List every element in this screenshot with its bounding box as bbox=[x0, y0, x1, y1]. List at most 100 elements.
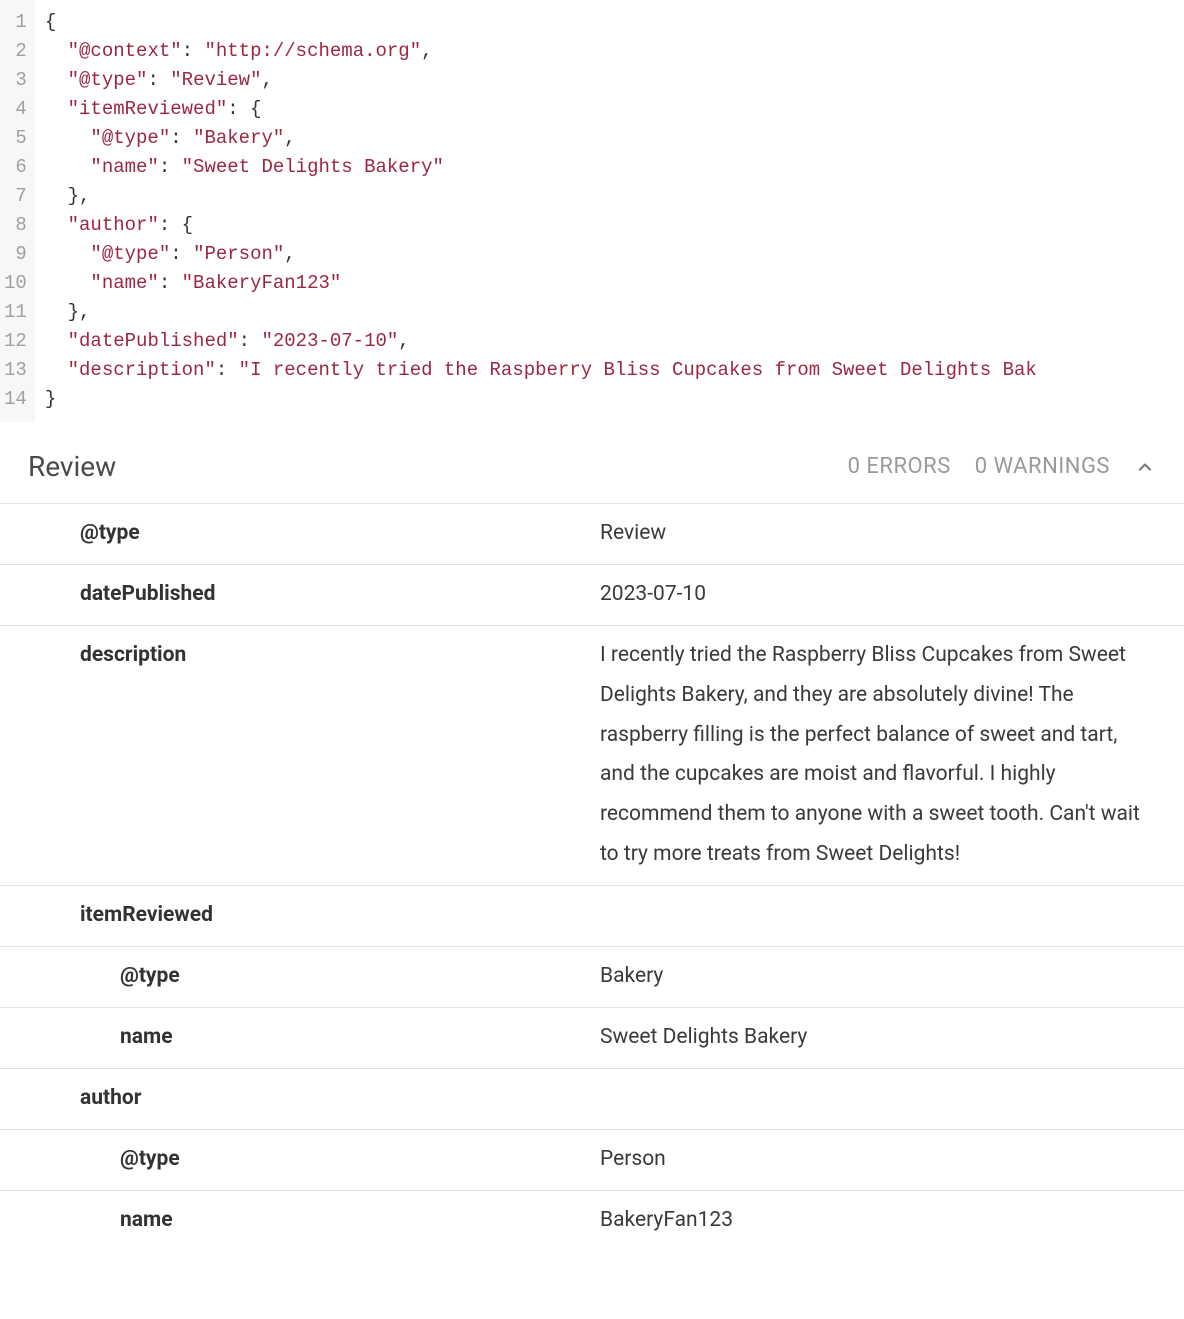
line-number: 14 bbox=[4, 385, 29, 414]
results-status: 0 ERRORS 0 WARNINGS bbox=[848, 454, 1156, 479]
line-number: 1 bbox=[4, 8, 29, 37]
token-str: "Sweet Delights Bakery" bbox=[182, 156, 444, 178]
property-key: @type bbox=[0, 1129, 592, 1190]
line-number: 3 bbox=[4, 66, 29, 95]
token-punct: : bbox=[159, 156, 182, 178]
code-line[interactable]: "name": "Sweet Delights Bakery" bbox=[45, 153, 1037, 182]
table-row: @typeReview bbox=[0, 504, 1184, 565]
code-line[interactable]: "description": "I recently tried the Ras… bbox=[45, 356, 1037, 385]
token-brace: } bbox=[45, 388, 56, 410]
token-str: "Review" bbox=[170, 69, 261, 91]
line-number: 2 bbox=[4, 37, 29, 66]
token-str: "BakeryFan123" bbox=[182, 272, 342, 294]
token-punct: , bbox=[284, 127, 295, 149]
token-key: "itemReviewed" bbox=[68, 98, 228, 120]
code-line[interactable]: "itemReviewed": { bbox=[45, 95, 1037, 124]
results-title: Review bbox=[28, 450, 116, 483]
code-line[interactable]: "@context": "http://schema.org", bbox=[45, 37, 1037, 66]
table-row: datePublished2023-07-10 bbox=[0, 564, 1184, 625]
token-key: "@type" bbox=[90, 127, 170, 149]
warnings-count: 0 WARNINGS bbox=[975, 454, 1110, 479]
properties-table: @typeReviewdatePublished2023-07-10descri… bbox=[0, 503, 1184, 1250]
results-header: Review 0 ERRORS 0 WARNINGS bbox=[0, 422, 1184, 503]
token-str: "Person" bbox=[193, 243, 284, 265]
property-key: name bbox=[0, 1190, 592, 1250]
code-line[interactable]: }, bbox=[45, 298, 1037, 327]
line-number: 5 bbox=[4, 124, 29, 153]
property-key: name bbox=[0, 1007, 592, 1068]
line-number: 9 bbox=[4, 240, 29, 269]
token-punct: , bbox=[261, 69, 272, 91]
property-value: Bakery bbox=[592, 947, 1184, 1008]
code-line[interactable]: "author": { bbox=[45, 211, 1037, 240]
code-line[interactable]: } bbox=[45, 385, 1037, 414]
code-line[interactable]: "@type": "Person", bbox=[45, 240, 1037, 269]
table-row: descriptionI recently tried the Raspberr… bbox=[0, 625, 1184, 885]
table-row: nameSweet Delights Bakery bbox=[0, 1007, 1184, 1068]
code-line[interactable]: "datePublished": "2023-07-10", bbox=[45, 327, 1037, 356]
token-punct: , bbox=[398, 330, 409, 352]
token-punct: : bbox=[170, 127, 193, 149]
code-line[interactable]: { bbox=[45, 8, 1037, 37]
property-key: @type bbox=[0, 947, 592, 1008]
code-line[interactable]: "@type": "Review", bbox=[45, 66, 1037, 95]
property-key: description bbox=[0, 625, 592, 885]
chevron-up-icon[interactable] bbox=[1134, 456, 1156, 478]
property-value: 2023-07-10 bbox=[592, 564, 1184, 625]
token-key: "@context" bbox=[68, 40, 182, 62]
token-brace: { bbox=[45, 11, 56, 33]
token-punct: : bbox=[216, 359, 239, 381]
token-brace: { bbox=[182, 214, 193, 236]
token-punct: , bbox=[79, 185, 90, 207]
token-brace: } bbox=[68, 301, 79, 323]
token-punct: : bbox=[170, 243, 193, 265]
token-punct: , bbox=[79, 301, 90, 323]
token-key: "description" bbox=[68, 359, 216, 381]
token-str: "http://schema.org" bbox=[204, 40, 421, 62]
line-number: 4 bbox=[4, 95, 29, 124]
token-punct: : bbox=[227, 98, 250, 120]
code-content[interactable]: { "@context": "http://schema.org", "@typ… bbox=[35, 0, 1037, 422]
token-key: "name" bbox=[90, 272, 158, 294]
table-row: itemReviewed bbox=[0, 886, 1184, 947]
token-punct: : bbox=[239, 330, 262, 352]
token-str: "2023-07-10" bbox=[261, 330, 398, 352]
token-key: "author" bbox=[68, 214, 159, 236]
token-key: "@type" bbox=[90, 243, 170, 265]
token-str: "Bakery" bbox=[193, 127, 284, 149]
code-line[interactable]: "@type": "Bakery", bbox=[45, 124, 1037, 153]
token-punct: , bbox=[421, 40, 432, 62]
token-punct: : bbox=[182, 40, 205, 62]
property-value: Review bbox=[592, 504, 1184, 565]
table-row: @typePerson bbox=[0, 1129, 1184, 1190]
property-key: @type bbox=[0, 504, 592, 565]
token-key: "name" bbox=[90, 156, 158, 178]
code-line[interactable]: }, bbox=[45, 182, 1037, 211]
token-str: "I recently tried the Raspberry Bliss Cu… bbox=[239, 359, 1037, 381]
code-editor[interactable]: 1234567891011121314 { "@context": "http:… bbox=[0, 0, 1184, 422]
property-value bbox=[592, 1068, 1184, 1129]
property-key: author bbox=[0, 1068, 592, 1129]
property-value: I recently tried the Raspberry Bliss Cup… bbox=[592, 625, 1184, 885]
line-gutter: 1234567891011121314 bbox=[0, 0, 35, 422]
token-punct: : bbox=[159, 272, 182, 294]
table-row: @typeBakery bbox=[0, 947, 1184, 1008]
property-key: datePublished bbox=[0, 564, 592, 625]
property-key: itemReviewed bbox=[0, 886, 592, 947]
line-number: 8 bbox=[4, 211, 29, 240]
property-value: Sweet Delights Bakery bbox=[592, 1007, 1184, 1068]
token-brace: { bbox=[250, 98, 261, 120]
token-punct: , bbox=[284, 243, 295, 265]
token-punct: : bbox=[159, 214, 182, 236]
line-number: 7 bbox=[4, 182, 29, 211]
line-number: 6 bbox=[4, 153, 29, 182]
property-value: BakeryFan123 bbox=[592, 1190, 1184, 1250]
line-number: 10 bbox=[4, 269, 29, 298]
table-row: author bbox=[0, 1068, 1184, 1129]
token-punct: : bbox=[147, 69, 170, 91]
line-number: 11 bbox=[4, 298, 29, 327]
line-number: 13 bbox=[4, 356, 29, 385]
token-brace: } bbox=[68, 185, 79, 207]
property-value bbox=[592, 886, 1184, 947]
code-line[interactable]: "name": "BakeryFan123" bbox=[45, 269, 1037, 298]
